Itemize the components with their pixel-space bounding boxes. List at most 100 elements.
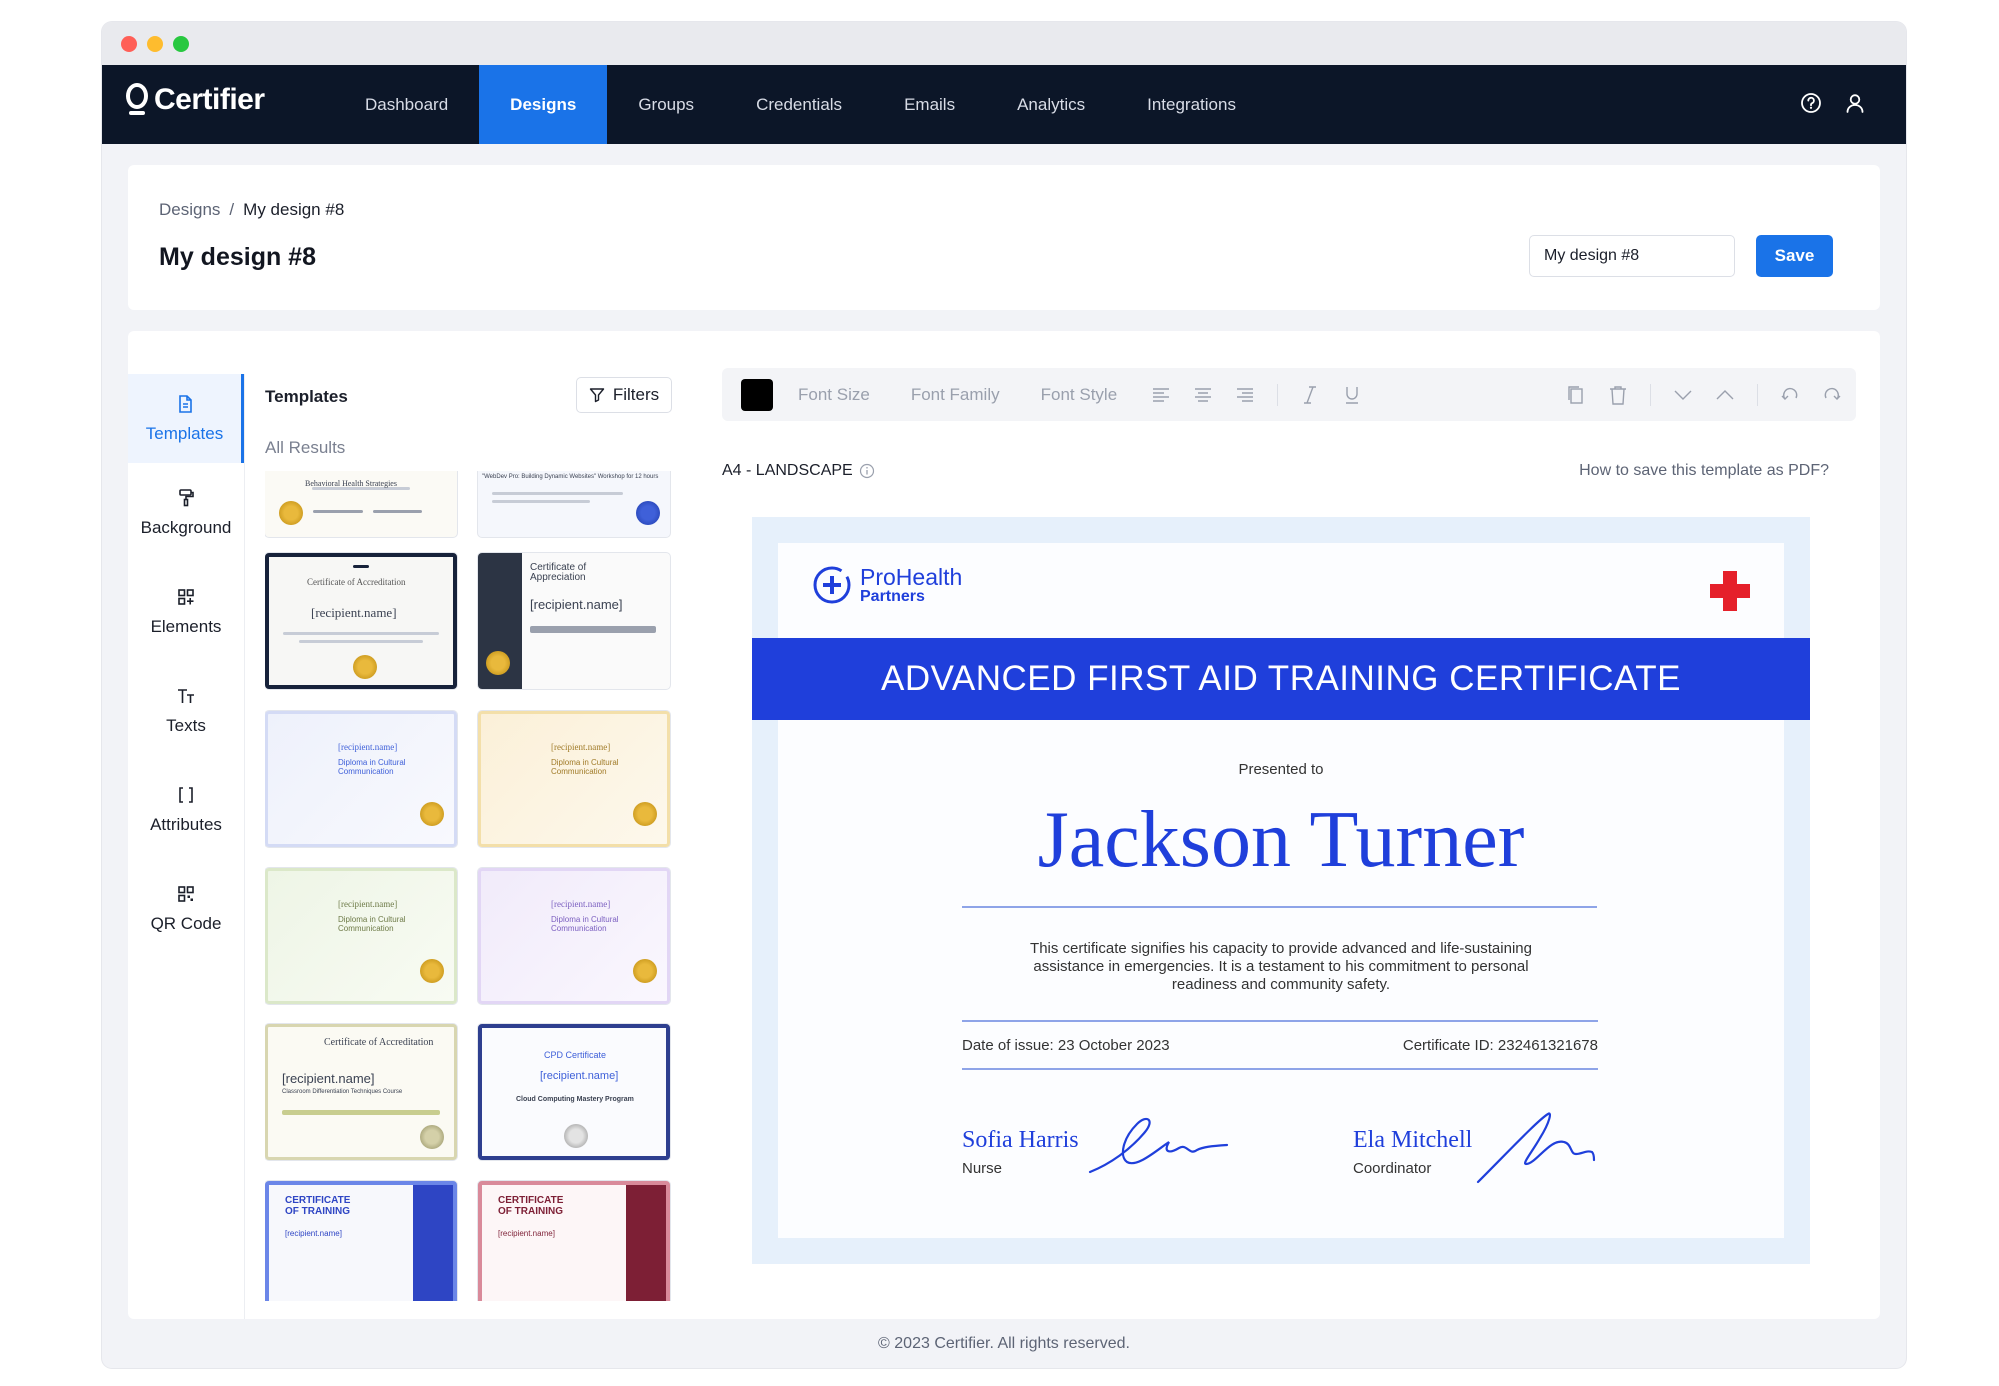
undo-icon[interactable] <box>1780 385 1800 405</box>
help-icon[interactable] <box>1800 92 1822 114</box>
filters-label: Filters <box>612 385 660 404</box>
chevron-down-icon[interactable] <box>1673 385 1693 405</box>
tab-elements-label: Elements <box>150 616 222 636</box>
tab-templates-label: Templates <box>145 423 224 443</box>
certifier-logo[interactable]: Certifier <box>126 83 265 117</box>
template-thumb-title: Certificate of Accreditation <box>307 577 406 587</box>
footer-copyright: © 2023 Certifier. All rights reserved. <box>878 1335 1130 1352</box>
template-thumb-subtitle: Cloud Computing Mastery Program <box>516 1096 634 1103</box>
template-thumb-seal <box>420 802 444 826</box>
trash-icon[interactable] <box>1608 385 1628 405</box>
template-thumb-title: Diploma in Cultural Communication <box>338 915 406 933</box>
tab-elements[interactable]: Elements <box>128 562 244 661</box>
signer-1-signature <box>1088 1117 1229 1174</box>
user-icon[interactable] <box>1844 92 1866 114</box>
font-size-select[interactable]: Font Size <box>798 385 870 405</box>
info-icon[interactable] <box>859 463 875 479</box>
text-color-swatch[interactable] <box>741 378 773 411</box>
template-thumb-title: CERTIFICATE OF TRAINING <box>498 1195 564 1217</box>
template-thumb[interactable]: [recipient.name] Diploma in Cultural Com… <box>478 868 670 1004</box>
signer-2-name: Ela Mitchell <box>1353 1127 1473 1153</box>
template-thumb[interactable]: Behavioral Health Strategies <box>265 471 457 537</box>
template-thumb-title: Certificate of Accreditation <box>324 1037 434 1048</box>
redo-icon[interactable] <box>1822 385 1842 405</box>
red-cross-icon[interactable] <box>1708 569 1752 613</box>
copy-icon[interactable] <box>1566 385 1586 405</box>
align-right-icon[interactable] <box>1235 385 1255 405</box>
certifier-logo-icon <box>126 83 148 117</box>
signer-1-role: Nurse <box>962 1160 1003 1177</box>
all-results-label: All Results <box>265 438 346 457</box>
template-thumb-title: "WebDev Pro: Building Dynamic Websites" … <box>482 474 659 480</box>
date-of-issue[interactable]: Date of issue: 23 October 2023 <box>962 1037 1170 1054</box>
toolbar-separator <box>1277 383 1279 406</box>
prohealth-logo[interactable]: ProHealth Partners <box>812 565 962 605</box>
window-maximize-button[interactable] <box>173 36 189 52</box>
template-thumb[interactable]: CERTIFICATE OF TRAINING [recipient.name] <box>265 1181 457 1301</box>
align-left-icon[interactable] <box>1151 385 1171 405</box>
signer-1[interactable]: Sofia Harris Nurse <box>962 1127 1079 1177</box>
certificate-description[interactable]: This certificate signifies his capacity … <box>1002 940 1560 994</box>
template-thumb-recipient: [recipient.name] <box>551 742 611 752</box>
paint-roller-icon <box>179 488 194 506</box>
nav-emails[interactable]: Emails <box>873 65 986 144</box>
template-thumb-title: CPD Certificate <box>544 1050 607 1060</box>
template-thumb[interactable]: Certificate of Accreditation [recipient.… <box>265 553 457 689</box>
breadcrumb-separator: / <box>229 200 235 219</box>
template-thumb[interactable]: [recipient.name] Diploma in Cultural Com… <box>478 711 670 847</box>
template-thumb[interactable]: "WebDev Pro: Building Dynamic Websites" … <box>478 471 670 537</box>
nav-dashboard[interactable]: Dashboard <box>334 65 479 144</box>
toolbar-separator <box>1757 383 1758 406</box>
signer-2[interactable]: Ela Mitchell Coordinator <box>1353 1127 1472 1177</box>
presented-to-text[interactable]: Presented to <box>752 761 1810 778</box>
nav-icon-group <box>1800 92 1866 114</box>
template-thumb[interactable]: Certificate of Accreditation [recipient.… <box>265 1024 457 1160</box>
template-thumb-title: Diploma in Cultural Communication <box>551 758 619 776</box>
window-close-button[interactable] <box>121 36 137 52</box>
tab-attributes[interactable]: Attributes <box>128 760 244 859</box>
tab-templates[interactable]: Templates <box>128 374 244 463</box>
tab-texts[interactable]: Texts <box>128 661 244 760</box>
underline-icon[interactable] <box>1342 385 1362 405</box>
page-title: My design #8 <box>159 243 316 271</box>
window-minimize-button[interactable] <box>147 36 163 52</box>
template-thumb[interactable]: CPD Certificate [recipient.name] Cloud C… <box>478 1024 670 1160</box>
save-pdf-help-link[interactable]: How to save this template as PDF? <box>1579 462 1829 480</box>
template-thumb[interactable]: [recipient.name] Diploma in Cultural Com… <box>265 711 457 847</box>
font-style-select[interactable]: Font Style <box>1041 385 1118 405</box>
nav-designs[interactable]: Designs <box>479 65 608 144</box>
templates-title: Templates <box>265 387 348 406</box>
app-window: Certifier Dashboard Designs Groups Crede… <box>102 22 1906 1368</box>
save-button[interactable]: Save <box>1756 235 1833 277</box>
certificate-banner[interactable]: ADVANCED FIRST AID TRAINING CERTIFICATE <box>752 638 1810 720</box>
template-thumb-title: Diploma in Cultural Communication <box>551 915 619 933</box>
template-thumb[interactable]: [recipient.name] Diploma in Cultural Com… <box>265 868 457 1004</box>
breadcrumb-designs-link[interactable]: Designs <box>159 200 220 220</box>
tab-qr-code[interactable]: QR Code <box>128 859 244 958</box>
nav-groups[interactable]: Groups <box>607 65 725 144</box>
nav-analytics[interactable]: Analytics <box>986 65 1116 144</box>
qr-code-icon <box>178 885 194 902</box>
design-name-input[interactable] <box>1529 235 1735 277</box>
filters-button[interactable]: Filters <box>576 377 672 413</box>
tab-background[interactable]: Background <box>128 463 244 562</box>
certificate-id[interactable]: Certificate ID: 232461321678 <box>1403 1037 1598 1054</box>
align-center-icon[interactable] <box>1193 385 1213 405</box>
brackets-icon <box>179 786 193 803</box>
certificate-canvas[interactable]: ProHealth Partners ADVANCED FIRST AID TR… <box>752 517 1810 1264</box>
template-thumb-seal <box>279 501 303 525</box>
recipient-name[interactable]: Jackson Turner <box>752 795 1810 886</box>
text-icon <box>178 688 194 703</box>
nav-credentials[interactable]: Credentials <box>725 65 873 144</box>
chevron-up-icon[interactable] <box>1715 385 1735 405</box>
template-thumb[interactable]: Certificate of Appreciation [recipient.n… <box>478 553 670 689</box>
nav-integrations[interactable]: Integrations <box>1116 65 1267 144</box>
italic-icon[interactable] <box>1300 385 1320 405</box>
template-thumb-seal <box>420 1125 444 1149</box>
font-family-select[interactable]: Font Family <box>911 385 1000 405</box>
template-thumb-seal <box>564 1124 588 1148</box>
plus-circle-icon <box>813 566 851 604</box>
editor-side-tabs: Templates Background Elements Texts Attr… <box>128 374 244 958</box>
elements-icon <box>178 588 194 605</box>
template-thumb[interactable]: CERTIFICATE OF TRAINING [recipient.name] <box>478 1181 670 1301</box>
